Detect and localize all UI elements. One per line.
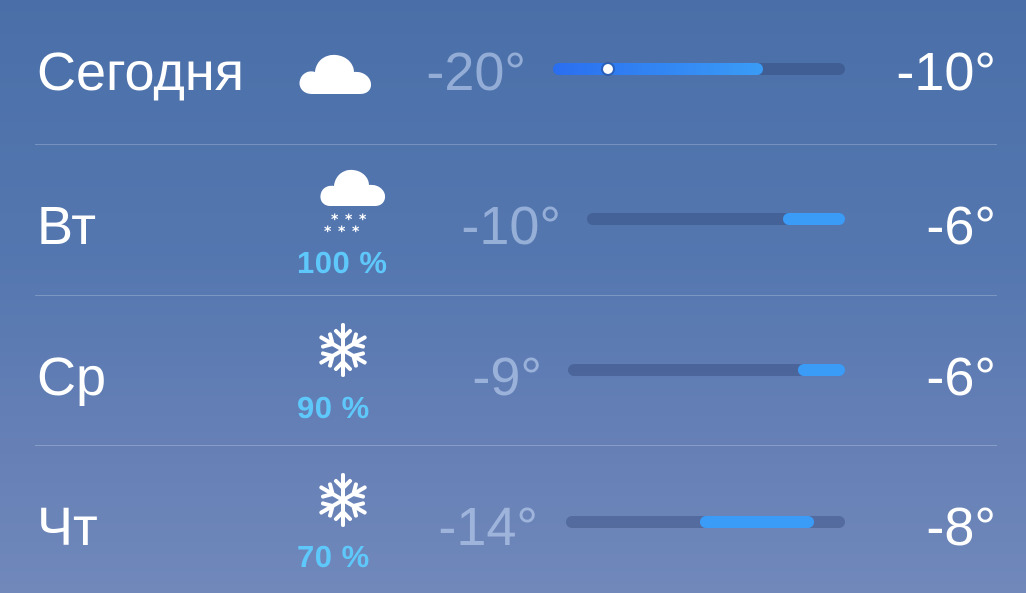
forecast-row-wed[interactable]: Ср 90 % -9° -6° (0, 297, 1026, 447)
snow-cloud-icon: * * * * * * (319, 164, 391, 245)
temperature-range-bar (587, 213, 845, 225)
row-divider (35, 295, 997, 296)
low-temp: -14° (438, 497, 538, 557)
high-temp: -8° (926, 497, 996, 557)
day-label: Вт (37, 196, 96, 256)
day-label: Сегодня (37, 42, 244, 102)
high-temp: -10° (896, 42, 996, 102)
snowflake-icon (314, 321, 372, 384)
temperature-range-fill (699, 516, 815, 528)
cloud-icon (298, 50, 374, 101)
temperature-range-fill (553, 63, 764, 75)
snowflake-icon (314, 471, 372, 534)
precipitation-chance: 100 % (297, 245, 388, 280)
svg-text:*: * (359, 212, 367, 228)
day-label: Ср (37, 347, 107, 407)
precipitation-chance: 70 % (297, 539, 370, 574)
row-divider (35, 144, 997, 145)
forecast-row-thu[interactable]: Чт 70 % -14° -8° (0, 447, 1026, 593)
temperature-range-bar (568, 364, 845, 376)
row-divider (35, 445, 997, 446)
svg-text:*: * (352, 224, 360, 240)
forecast-row-tue[interactable]: Вт * * * * * * 100 % -10° -6° (0, 146, 1026, 296)
temperature-range-bar (553, 63, 845, 75)
svg-text:*: * (338, 224, 346, 240)
forecast-row-today[interactable]: Сегодня -20° -10° (0, 0, 1026, 150)
temperature-range-fill (797, 364, 845, 376)
high-temp: -6° (926, 196, 996, 256)
high-temp: -6° (926, 347, 996, 407)
temperature-range-bar (566, 516, 845, 528)
low-temp: -9° (472, 347, 542, 407)
low-temp: -10° (461, 196, 561, 256)
precipitation-chance: 90 % (297, 390, 370, 425)
day-label: Чт (37, 497, 98, 557)
svg-text:*: * (324, 224, 332, 240)
temperature-range-fill (783, 213, 845, 225)
low-temp: -20° (426, 42, 526, 102)
